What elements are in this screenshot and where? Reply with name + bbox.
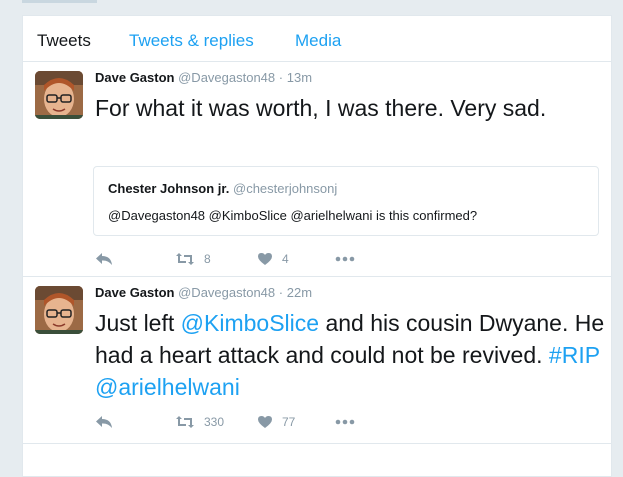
tab-media[interactable]: Media bbox=[295, 31, 341, 51]
mention-link[interactable]: @KimboSlice bbox=[181, 310, 319, 336]
heart-icon bbox=[257, 252, 273, 266]
author-handle[interactable]: @Davegaston48 bbox=[178, 70, 275, 85]
retweet-count: 8 bbox=[204, 252, 211, 266]
timeline-panel: Tweets Tweets & replies Media Dave Gasto… bbox=[22, 15, 612, 477]
tweet-timestamp[interactable]: 22m bbox=[287, 285, 312, 300]
retweet-count: 330 bbox=[204, 415, 225, 429]
tweet-actions: 330 77 bbox=[95, 413, 395, 431]
tab-tweets-replies[interactable]: Tweets & replies bbox=[129, 31, 254, 51]
tweet-item[interactable]: Dave Gaston @Davegaston48 · 13m For what… bbox=[23, 62, 611, 277]
retweet-icon bbox=[175, 252, 195, 266]
author-name[interactable]: Dave Gaston bbox=[95, 70, 174, 85]
text-segment: Just left bbox=[95, 310, 181, 336]
more-button[interactable] bbox=[335, 413, 355, 431]
tweet-header: Dave Gaston @Davegaston48 · 13m bbox=[95, 70, 312, 85]
reply-icon bbox=[95, 415, 113, 429]
retweet-icon bbox=[175, 415, 195, 429]
tweet-item[interactable]: Dave Gaston @Davegaston48 · 22m Just lef… bbox=[23, 277, 611, 444]
tab-underline-stub bbox=[22, 0, 97, 3]
heart-icon bbox=[257, 415, 273, 429]
quoted-tweet[interactable]: Chester Johnson jr. @chesterjohnsonj @Da… bbox=[93, 166, 599, 236]
tweet-actions: 8 4 bbox=[95, 250, 395, 268]
more-icon bbox=[335, 419, 355, 425]
reply-button[interactable] bbox=[95, 250, 113, 268]
hashtag-link[interactable]: #RIP bbox=[549, 342, 600, 368]
tweet-text: For what it was worth, I was there. Very… bbox=[95, 95, 547, 121]
tab-tweets[interactable]: Tweets bbox=[37, 31, 91, 51]
author-name[interactable]: Dave Gaston bbox=[95, 285, 174, 300]
tweet-text: Just left @KimboSlice and his cousin Dwy… bbox=[95, 307, 605, 403]
like-button[interactable]: 77 bbox=[257, 413, 295, 431]
tweet-header: Dave Gaston @Davegaston48 · 22m bbox=[95, 285, 312, 300]
retweet-button[interactable]: 8 bbox=[175, 250, 211, 268]
avatar[interactable] bbox=[35, 71, 83, 119]
reply-button[interactable] bbox=[95, 413, 113, 431]
profile-tabs: Tweets Tweets & replies Media bbox=[23, 16, 611, 62]
more-icon bbox=[335, 256, 355, 262]
mention-link[interactable]: @arielhelwani bbox=[95, 374, 240, 400]
more-button[interactable] bbox=[335, 250, 355, 268]
quoted-tweet-text: @Davegaston48 @KimboSlice @arielhelwani … bbox=[108, 208, 478, 223]
reply-icon bbox=[95, 252, 113, 266]
avatar[interactable] bbox=[35, 286, 83, 334]
author-handle[interactable]: @Davegaston48 bbox=[178, 285, 275, 300]
quoted-tweet-header: Chester Johnson jr. @chesterjohnsonj bbox=[108, 181, 337, 196]
like-button[interactable]: 4 bbox=[257, 250, 289, 268]
tweet-timestamp[interactable]: 13m bbox=[287, 70, 312, 85]
separator-dot: · bbox=[278, 70, 284, 85]
quoted-author-handle: @chesterjohnsonj bbox=[233, 181, 338, 196]
separator-dot: · bbox=[278, 285, 284, 300]
quoted-author-name: Chester Johnson jr. bbox=[108, 181, 230, 196]
like-count: 77 bbox=[282, 415, 296, 429]
like-count: 4 bbox=[282, 252, 289, 266]
retweet-button[interactable]: 330 bbox=[175, 413, 224, 431]
